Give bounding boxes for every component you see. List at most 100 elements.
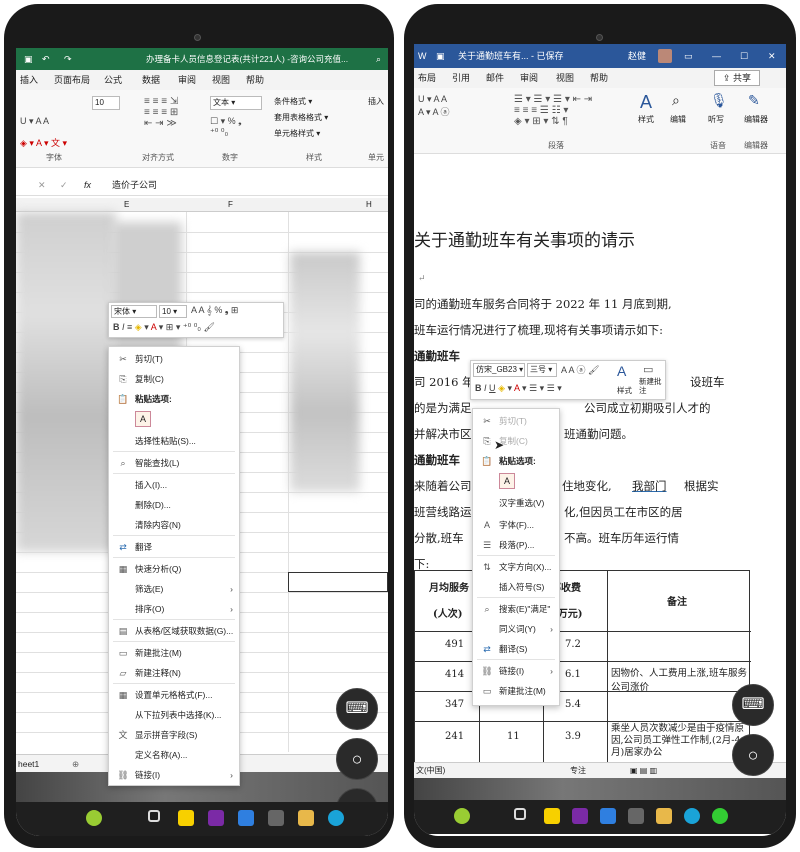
keyboard-button[interactable]: ⌨ [732,684,774,726]
font-size-box[interactable]: 10 [92,96,120,110]
share-button[interactable]: ⇪ 共享 [714,70,760,86]
menu-filter[interactable]: 筛选(E) › [109,579,239,599]
menu-pick-list[interactable]: 从下拉列表中选择(K)... [109,705,239,725]
editor-icon[interactable]: ✎ [748,92,760,109]
microphone-icon[interactable]: 🎙 [710,92,728,109]
menu-copy[interactable]: ⎘ 复制(C) [109,369,239,389]
menu-layout[interactable]: 布局 [418,68,436,88]
styles-icon[interactable]: A [640,92,652,113]
paste-clipboard-icon[interactable]: A [499,473,515,489]
tennis-icon[interactable] [454,808,470,824]
search-icon[interactable]: ⌕ [376,48,381,70]
selected-cell[interactable] [288,572,388,592]
home-circle-button[interactable]: ○ [336,738,378,780]
menu-layout[interactable]: 页面布局 [54,70,90,90]
undo-icon[interactable]: ↶ [42,48,50,70]
tennis-icon[interactable] [86,810,102,826]
menu-get-data[interactable]: ▤ 从表格/区域获取数据(G)... [109,621,239,641]
style-cell[interactable]: 单元格样式 ▾ [274,128,320,139]
todo-icon[interactable] [600,808,616,824]
maximize-icon[interactable]: ☐ [740,44,748,68]
mini-size-box[interactable]: 三号 ▾ [527,363,557,377]
menu-insert-symbol[interactable]: 插入符号(S) [473,577,559,597]
column-h[interactable]: H [366,198,372,212]
menu-formula[interactable]: 公式 [104,70,122,90]
menu-view[interactable]: 视图 [212,70,230,90]
menu-view[interactable]: 视图 [556,68,574,88]
menu-link[interactable]: ⛓ 链接(I) › [473,661,559,681]
menu-translate[interactable]: ⇄ 翻译(S) [473,639,559,659]
minimize-icon[interactable]: — [712,44,721,68]
menu-phonetic[interactable]: 文显示拼音字段(S) [109,725,239,745]
menu-new-comment[interactable]: ▭ 新建批注(M) [109,643,239,663]
menu-quick-analysis[interactable]: ▦ 快速分析(Q) [109,559,239,579]
menu-sort[interactable]: 排序(O) › [109,599,239,619]
menu-help[interactable]: 帮助 [246,70,264,90]
menu-synonyms[interactable]: 同义词(Y) › [473,619,559,639]
menu-paragraph[interactable]: ☰ 段落(P)... [473,535,559,555]
mini-comment-icon[interactable]: ▭ [643,363,653,376]
menu-mailings[interactable]: 邮件 [486,68,504,88]
add-sheet-icon[interactable]: ⊕ [72,755,79,773]
menu-data[interactable]: 数据 [142,70,160,90]
menu-insert[interactable]: 插入 [20,70,38,90]
menu-review[interactable]: 审阅 [178,70,196,90]
menu-smart-lookup[interactable]: ⌕ 智能查找(L) [109,453,239,473]
style-cond[interactable]: 条件格式 ▾ [274,96,312,107]
status-focus[interactable]: 专注 [570,763,586,779]
redo-icon[interactable]: ↷ [64,48,72,70]
column-e[interactable]: E [124,198,129,212]
keyboard-button[interactable]: ⌨ [336,688,378,730]
file-explorer-icon[interactable] [298,810,314,826]
menu-clear[interactable]: 清除内容(N) [109,515,239,535]
sticky-notes-icon[interactable] [544,808,560,824]
mini-styles-icon[interactable]: A [617,363,626,379]
menu-link[interactable]: ⛓ 链接(I) › [109,765,239,785]
ribbon-insert[interactable]: 插入 [368,96,384,107]
mini-font-box[interactable]: 仿宋_GB23 ▾ [473,363,525,377]
menu-help[interactable]: 帮助 [590,68,608,88]
sticky-notes-icon[interactable] [178,810,194,826]
task-view-icon[interactable] [514,808,526,820]
enter-icon[interactable]: ✓ [60,176,68,194]
edge-icon[interactable] [328,810,344,826]
paste-clipboard-icon[interactable]: A [135,411,151,427]
view-icons[interactable]: ▣ ▤ ▥ [630,763,657,779]
calculator-icon[interactable] [628,808,644,824]
menu-insert[interactable]: 插入(I)... [109,475,239,495]
home-circle-button[interactable]: ○ [732,734,774,776]
menu-paste-special[interactable]: 选择性粘贴(S)... [109,431,239,451]
formula-input[interactable]: 造价子公司 [112,176,157,194]
onenote-icon[interactable] [208,810,224,826]
find-icon[interactable]: ⌕ [672,92,680,109]
cancel-icon[interactable]: ✕ [38,176,46,194]
fx-icon[interactable]: fx [84,176,91,194]
edge-icon[interactable] [684,808,700,824]
style-table[interactable]: 套用表格格式 ▾ [274,112,328,123]
avatar[interactable] [658,49,672,63]
mini-font-box[interactable]: 宋体 ▾ [111,305,157,318]
onenote-icon[interactable] [572,808,588,824]
menu-translate[interactable]: ⇄ 翻译 [109,537,239,557]
save-icon[interactable]: ▣ [436,44,445,68]
menu-references[interactable]: 引用 [452,68,470,88]
ribbon-display-icon[interactable]: ▭ [684,44,693,68]
status-language[interactable]: 文(中国) [416,763,445,779]
column-f[interactable]: F [228,198,233,212]
menu-text-direction[interactable]: ⇅ 文字方向(X)... [473,557,559,577]
menu-cut[interactable]: ✂ 剪切(T) [109,349,239,369]
calculator-icon[interactable] [268,810,284,826]
menu-new-note[interactable]: ▱ 新建注释(N) [109,663,239,683]
file-explorer-icon[interactable] [656,808,672,824]
task-view-icon[interactable] [148,810,160,822]
menu-font[interactable]: A 字体(F)... [473,515,559,535]
wechat-icon[interactable] [712,808,728,824]
menu-new-comment[interactable]: ▭ 新建批注(M) [473,681,559,701]
menu-format-cells[interactable]: ▦ 设置单元格格式(F)... [109,685,239,705]
menu-delete[interactable]: 删除(D)... [109,495,239,515]
mini-size-box[interactable]: 10 ▾ [159,305,187,318]
menu-han-reconvert[interactable]: 汉字重选(V) [473,493,559,513]
menu-review[interactable]: 审阅 [520,68,538,88]
menu-define-name[interactable]: 定义名称(A)... [109,745,239,765]
menu-search[interactable]: ⌕ 搜索(E)"满足" [473,599,559,619]
